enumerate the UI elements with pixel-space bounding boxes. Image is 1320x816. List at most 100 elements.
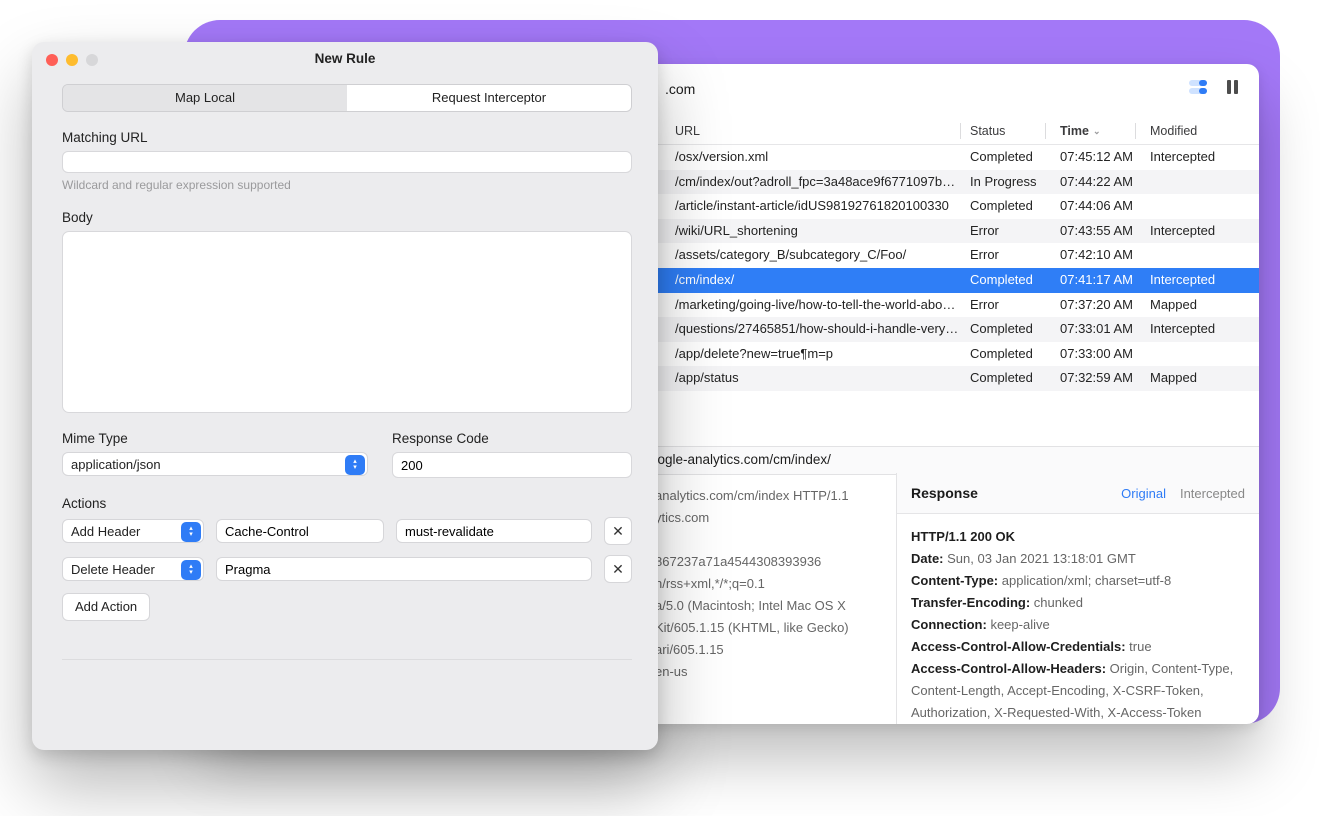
action-key-input[interactable] <box>216 519 384 543</box>
action-key-input[interactable] <box>216 557 592 581</box>
response-line: Access-Control-Allow-Credentials: true <box>911 636 1245 658</box>
cell-time: 07:42:10 AM <box>1050 243 1145 268</box>
cell-modified <box>1140 170 1259 195</box>
tab-request-interceptor[interactable]: Request Interceptor <box>347 85 631 111</box>
cell-modified: Intercepted <box>1140 268 1259 293</box>
cell-modified <box>1140 194 1259 219</box>
chevron-updown-icon: ▴▾ <box>181 522 201 542</box>
cell-modified: Intercepted <box>1140 145 1259 170</box>
delete-action-button[interactable]: ✕ <box>604 555 632 583</box>
action-type-select[interactable]: Add Header ▴▾ <box>62 519 204 543</box>
response-line: Date: Sun, 03 Jan 2021 13:18:01 GMT <box>911 548 1245 570</box>
col-time[interactable]: Time⌄ <box>1050 118 1145 144</box>
add-action-button[interactable]: Add Action <box>62 593 150 621</box>
request-line: ari/605.1.15 <box>655 639 876 661</box>
request-line: analytics.com/cm/index HTTP/1.1 <box>655 485 876 507</box>
chevron-updown-icon: ▴▾ <box>345 455 365 475</box>
matching-url-hint: Wildcard and regular expression supporte… <box>62 178 632 192</box>
cell-status: Completed <box>960 145 1050 170</box>
response-line: Connection: keep-alive <box>911 614 1245 636</box>
cell-modified: Mapped <box>1140 293 1259 318</box>
chevron-updown-icon: ▴▾ <box>181 560 201 580</box>
request-line: ytics.com <box>655 507 876 529</box>
breadcrumb: .com <box>665 81 695 97</box>
cell-status: Completed <box>960 317 1050 342</box>
body-textarea[interactable] <box>62 231 632 413</box>
cell-time: 07:32:59 AM <box>1050 366 1145 391</box>
request-line: en-us <box>655 661 876 683</box>
request-line <box>655 529 876 551</box>
action-value-input[interactable] <box>396 519 592 543</box>
cell-url: /osx/version.xml <box>665 145 960 170</box>
response-code-label: Response Code <box>392 431 632 446</box>
request-line: a/5.0 (Macintosh; Intel Mac OS X <box>655 595 876 617</box>
cell-url: /article/instant-article/idUS98192761820… <box>665 194 960 219</box>
cell-status: Completed <box>960 342 1050 367</box>
cell-url: /assets/category_B/subcategory_C/Foo/ <box>665 243 960 268</box>
segment-control[interactable]: Map Local Request Interceptor <box>62 84 632 112</box>
tab-map-local[interactable]: Map Local <box>63 85 347 111</box>
cell-status: In Progress <box>960 170 1050 195</box>
matching-url-input[interactable] <box>62 151 632 173</box>
col-status[interactable]: Status <box>960 118 1050 144</box>
dialog-title: New Rule <box>32 51 658 66</box>
request-line: Kit/605.1.15 (KHTML, like Gecko) <box>655 617 876 639</box>
divider <box>62 659 632 660</box>
cell-time: 07:44:22 AM <box>1050 170 1145 195</box>
cell-url: /wiki/URL_shortening <box>665 219 960 244</box>
cell-time: 07:37:20 AM <box>1050 293 1145 318</box>
toggle-icon[interactable] <box>1189 80 1207 94</box>
cell-url: /app/delete?new=true¶m=p <box>665 342 960 367</box>
response-line: Transfer-Encoding: chunked <box>911 592 1245 614</box>
cell-time: 07:33:01 AM <box>1050 317 1145 342</box>
response-panel: Response Original Intercepted HTTP/1.1 2… <box>897 473 1259 724</box>
cell-url: /cm/index/out?adroll_fpc=3a48ace9f677109… <box>665 170 960 195</box>
close-x-icon: ✕ <box>612 523 624 540</box>
cell-time: 07:45:12 AM <box>1050 145 1145 170</box>
cell-modified: Intercepted <box>1140 317 1259 342</box>
cell-status: Error <box>960 243 1050 268</box>
mime-type-label: Mime Type <box>62 431 368 446</box>
response-code-input[interactable] <box>392 452 632 478</box>
dialog-titlebar: New Rule <box>32 42 658 76</box>
action-type-select[interactable]: Delete Header ▴▾ <box>62 557 204 581</box>
col-modified[interactable]: Modified <box>1140 118 1259 144</box>
pause-icon[interactable] <box>1227 80 1239 94</box>
cell-status: Completed <box>960 194 1050 219</box>
col-url[interactable]: URL <box>665 118 965 144</box>
cell-status: Completed <box>960 268 1050 293</box>
cell-url: /questions/27465851/how-should-i-handle-… <box>665 317 960 342</box>
close-x-icon: ✕ <box>612 561 624 578</box>
cell-status: Error <box>960 219 1050 244</box>
actions-label: Actions <box>62 496 632 511</box>
cell-status: Completed <box>960 366 1050 391</box>
body-label: Body <box>62 210 632 225</box>
cell-modified <box>1140 342 1259 367</box>
delete-action-button[interactable]: ✕ <box>604 517 632 545</box>
detail-path: //google-analytics.com/cm/index/ <box>635 452 831 467</box>
cell-modified <box>1140 243 1259 268</box>
cell-time: 07:41:17 AM <box>1050 268 1145 293</box>
request-line: n/rss+xml,*/*;q=0.1 <box>655 573 876 595</box>
action-row: Delete Header ▴▾ ✕ <box>62 555 632 583</box>
cell-url: /marketing/going-live/how-to-tell-the-wo… <box>665 293 960 318</box>
cell-status: Error <box>960 293 1050 318</box>
cell-modified: Intercepted <box>1140 219 1259 244</box>
response-title: Response <box>911 485 978 501</box>
request-line: 867237a71a4544308393936 <box>655 551 876 573</box>
matching-url-label: Matching URL <box>62 130 632 145</box>
cell-url: /app/status <box>665 366 960 391</box>
new-rule-dialog: New Rule Map Local Request Interceptor M… <box>32 42 658 750</box>
cell-url: /cm/index/ <box>665 268 960 293</box>
cell-modified: Mapped <box>1140 366 1259 391</box>
tab-intercepted[interactable]: Intercepted <box>1180 486 1245 501</box>
action-row: Add Header ▴▾ ✕ <box>62 517 632 545</box>
cell-time: 07:43:55 AM <box>1050 219 1145 244</box>
response-line: Content-Type: application/xml; charset=u… <box>911 570 1245 592</box>
cell-time: 07:44:06 AM <box>1050 194 1145 219</box>
response-line: HTTP/1.1 200 OK <box>911 526 1245 548</box>
mime-type-select[interactable]: application/json ▴▾ <box>62 452 368 476</box>
tab-original[interactable]: Original <box>1121 486 1166 501</box>
cell-time: 07:33:00 AM <box>1050 342 1145 367</box>
response-line: Access-Control-Allow-Headers: Origin, Co… <box>911 658 1245 724</box>
